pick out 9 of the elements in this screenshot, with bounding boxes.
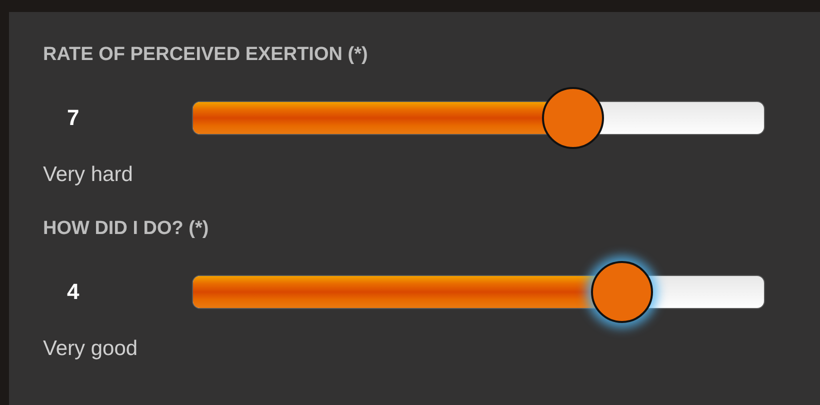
slider-value: 7 <box>66 105 80 131</box>
slider-description: Very hard <box>43 163 134 187</box>
field-label: HOW DID I DO? (*) <box>43 218 210 241</box>
slider-thumb[interactable] <box>590 261 653 323</box>
slider-description: Very good <box>43 337 139 361</box>
slider-track[interactable] <box>192 275 765 309</box>
slider-value: 4 <box>66 279 80 305</box>
slider-track[interactable] <box>192 101 765 135</box>
field-label: RATE OF PERCEIVED EXERTION (*) <box>43 44 369 67</box>
